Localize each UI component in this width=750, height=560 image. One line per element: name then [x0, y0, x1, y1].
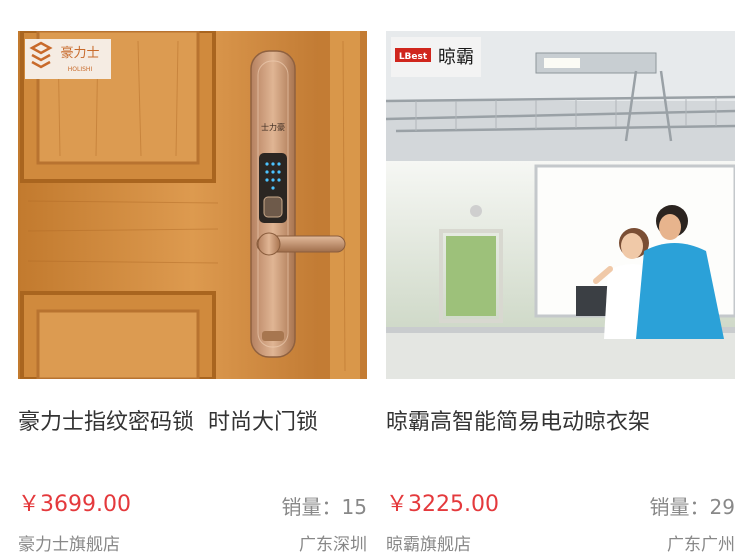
- store-name[interactable]: 晾霸旗舰店: [386, 532, 471, 558]
- product-card[interactable]: LBest 晾霸 晾霸高智能简易电动晾衣架 ￥3225.00 销量：29 晾霸旗…: [386, 0, 735, 560]
- svg-text:士力豪: 士力豪: [261, 122, 285, 132]
- store-name[interactable]: 豪力士旗舰店: [18, 532, 120, 558]
- product-card[interactable]: 士力豪 豪力士 HOLISHI 豪力士指纹密码锁 时尚大门锁 ￥3699.00 …: [18, 0, 367, 560]
- store-location: 广东广州: [667, 535, 735, 555]
- product-title[interactable]: 晾霸高智能简易电动晾衣架: [386, 405, 735, 441]
- product-image-clothes-rack[interactable]: LBest 晾霸: [386, 31, 735, 379]
- brand-logo-lbest: 晾霸: [438, 47, 474, 68]
- brand-logo-lbest-mark: LBest: [399, 52, 428, 62]
- brand-logo-holishi-sub: HOLISHI: [68, 66, 93, 73]
- product-grid: 士力豪 豪力士 HOLISHI 豪力士指纹密码锁 时尚大门锁 ￥3699.00 …: [0, 0, 750, 560]
- product-sales-count: 销量：15: [281, 495, 367, 519]
- product-image-smart-lock[interactable]: 士力豪 豪力士 HOLISHI: [18, 31, 367, 379]
- store-location: 广东深圳: [299, 535, 367, 555]
- product-price: ￥3225.00: [386, 492, 499, 517]
- product-price: ￥3699.00: [18, 492, 131, 517]
- product-title[interactable]: 豪力士指纹密码锁 时尚大门锁: [18, 405, 367, 441]
- brand-logo-holishi: 豪力士: [60, 45, 99, 61]
- product-sales-count: 销量：29: [649, 495, 735, 519]
